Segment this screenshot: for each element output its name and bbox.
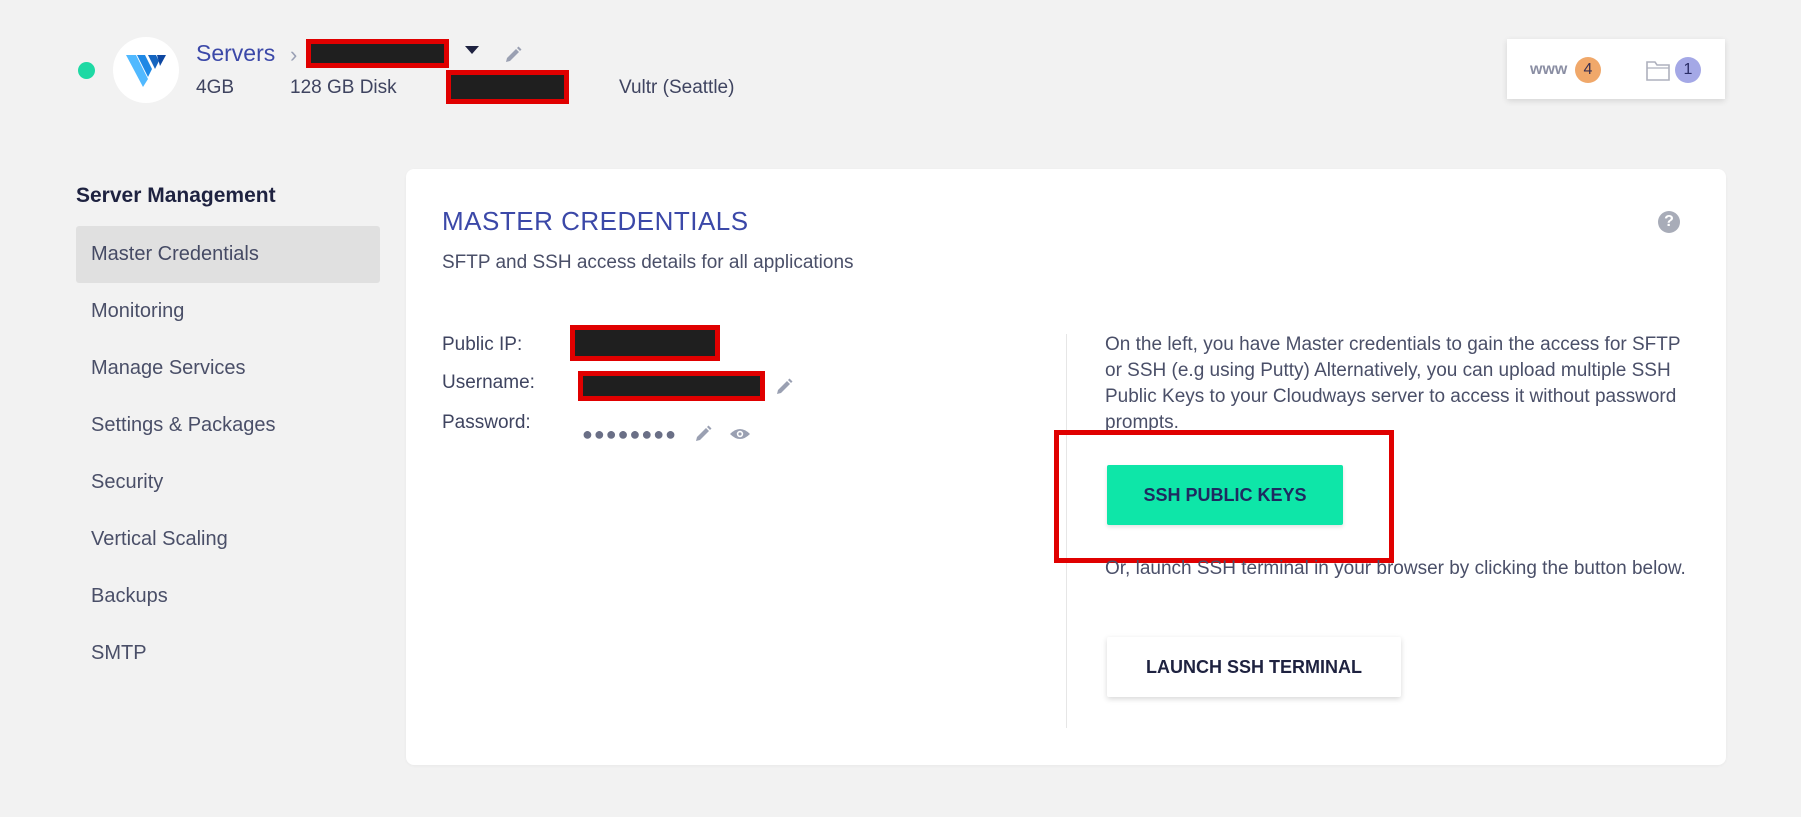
edit-server-name-pencil-icon[interactable] [504, 46, 522, 64]
username-value-redacted [578, 371, 765, 401]
password-label: Password: [442, 412, 531, 433]
public-ip-value-redacted [570, 325, 720, 361]
page-subtitle: SFTP and SSH access details for all appl… [442, 252, 854, 273]
username-label: Username: [442, 372, 535, 393]
folder-icon[interactable] [1645, 57, 1671, 83]
ssh-info-text: On the left, you have Master credentials… [1105, 334, 1681, 433]
sidebar-item-monitoring[interactable]: Monitoring [76, 283, 380, 340]
vultr-logo [113, 37, 179, 103]
sidebar-item-manage-services[interactable]: Manage Services [76, 340, 380, 397]
edit-password-pencil-icon[interactable] [694, 425, 712, 443]
sidebar-item-backups[interactable]: Backups [76, 568, 380, 625]
sidebar-title: Server Management [76, 184, 276, 207]
www-count-badge: 4 [1575, 57, 1601, 83]
sidebar-item-smtp[interactable]: SMTP [76, 625, 380, 682]
launch-ssh-terminal-button[interactable]: LAUNCH SSH TERMINAL [1107, 637, 1401, 697]
page-title: MASTER CREDENTIALS [442, 206, 749, 236]
sidebar-item-settings-packages[interactable]: Settings & Packages [76, 397, 380, 454]
ssh-public-keys-button[interactable]: SSH PUBLIC KEYS [1107, 465, 1343, 525]
edit-username-pencil-icon[interactable] [775, 378, 793, 396]
password-masked-value: ●●●●●●●● [582, 424, 677, 444]
breadcrumb-servers-link[interactable]: Servers [196, 40, 275, 67]
server-status-dot [78, 62, 95, 79]
server-dropdown-caret-icon[interactable] [465, 46, 479, 54]
sidebar-item-security[interactable]: Security [76, 454, 380, 511]
folder-count-badge: 1 [1675, 57, 1701, 83]
ssh-terminal-info-text: Or, launch SSH terminal in your browser … [1105, 558, 1686, 579]
server-name-redacted[interactable] [306, 39, 449, 68]
vultr-logo-icon [126, 55, 166, 87]
server-disk: 128 GB Disk [290, 77, 397, 98]
server-ram: 4GB [196, 77, 235, 98]
sidebar-item-master-credentials[interactable]: Master Credentials [76, 226, 380, 283]
server-ip-redacted [446, 70, 569, 104]
breadcrumb-chevron-icon: › [290, 42, 298, 67]
help-icon[interactable]: ? [1658, 211, 1680, 233]
show-password-eye-icon[interactable] [729, 427, 751, 441]
server-provider: Vultr (Seattle) [619, 77, 735, 98]
www-icon[interactable]: www [1530, 61, 1567, 79]
public-ip-label: Public IP: [442, 334, 523, 355]
sidebar-item-vertical-scaling[interactable]: Vertical Scaling [76, 511, 380, 568]
